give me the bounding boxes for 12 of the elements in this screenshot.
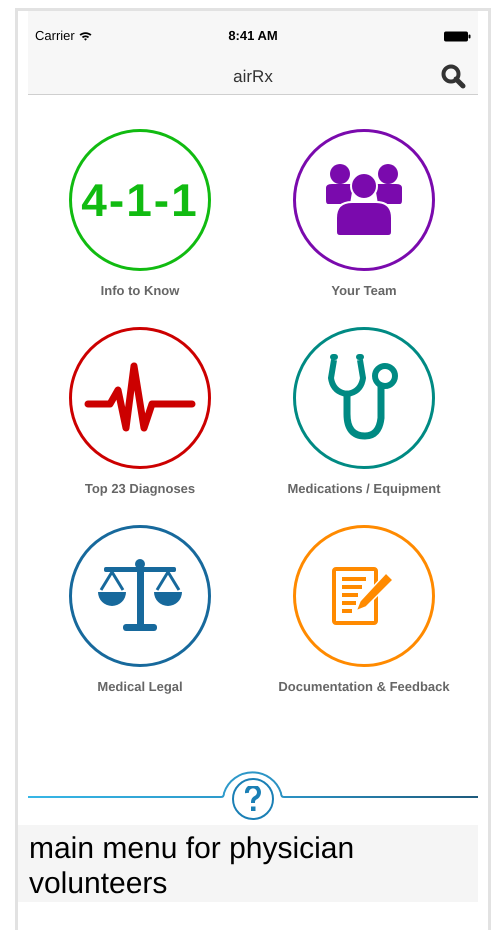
battery-icon [444,30,471,42]
scales-icon [95,558,185,634]
carrier-label: Carrier [35,27,75,46]
icon-text: 4-1-1 [81,172,199,228]
heartbeat-icon [84,362,196,434]
caption-text: main menu for physician volunteers [29,831,356,901]
clock-time: 8:41 AM [228,27,278,46]
search-icon[interactable] [441,64,466,89]
question-mark-icon [245,786,261,812]
help-button[interactable] [232,778,274,820]
screen-title: airRx [233,66,273,88]
wifi-icon [78,31,92,41]
